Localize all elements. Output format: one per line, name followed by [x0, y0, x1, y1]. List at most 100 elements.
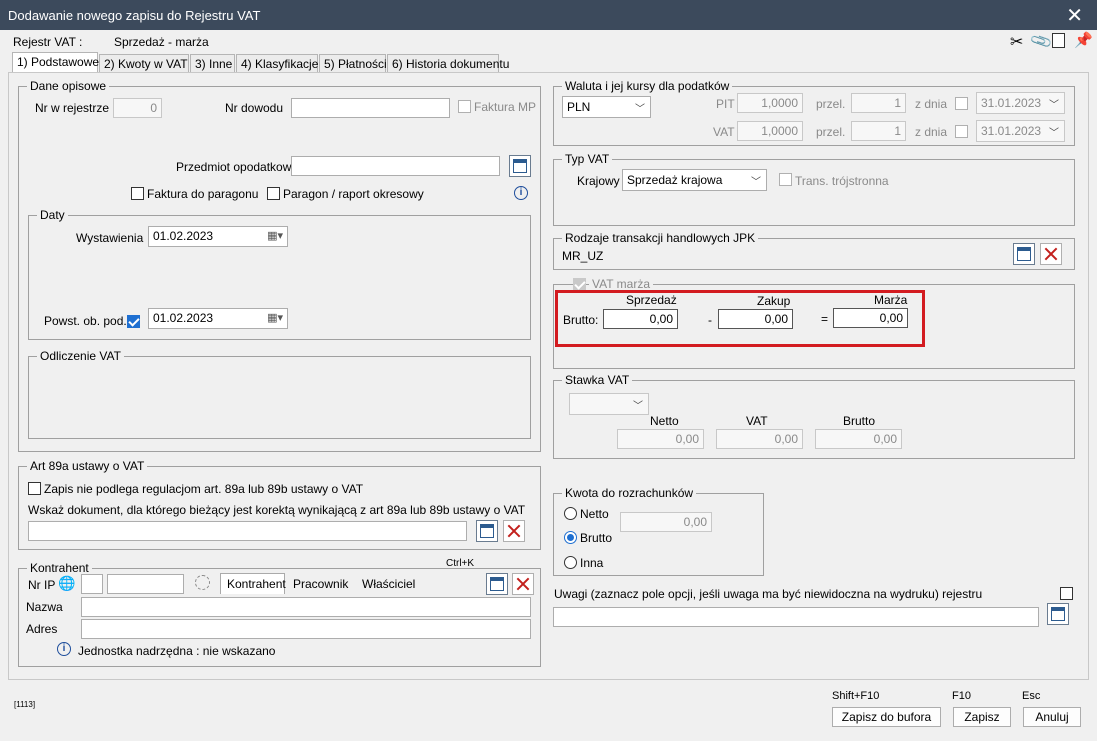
window-icon: [513, 159, 527, 173]
tab-historia-dokumentu[interactable]: 6) Historia dokumentu: [387, 54, 509, 72]
pit-date-checkbox[interactable]: [955, 97, 968, 110]
tab-klasyfikacje[interactable]: 4) Klasyfikacje: [236, 54, 318, 72]
marza-brutto-input[interactable]: 0,00: [833, 308, 908, 328]
stawka-select[interactable]: ﹀: [569, 393, 649, 415]
calendar-dropdown-icon[interactable]: ▦▾: [267, 229, 283, 242]
zapisz-button[interactable]: Zapisz: [953, 707, 1011, 727]
zakup-brutto-input[interactable]: 0,00: [718, 309, 793, 329]
faktura-do-paragonu-checkbox[interactable]: [131, 187, 144, 200]
tab-platnosci[interactable]: 5) Płatności: [319, 54, 387, 72]
vat-date-checkbox[interactable]: [955, 125, 968, 138]
art89a-wskaz-label: Wskaż dokument, dla którego bieżący jest…: [28, 503, 526, 517]
pit-date-select[interactable]: 31.01.2023 ﹀: [976, 92, 1065, 114]
globe-icon[interactable]: 🌐: [58, 575, 75, 592]
vat-date-select[interactable]: 31.01.2023 ﹀: [976, 120, 1065, 142]
stawka-brutto-input[interactable]: 0,00: [815, 429, 902, 449]
legend-art-89a: Art 89a ustawy o VAT: [27, 459, 148, 473]
chevron-down-icon: ﹀: [633, 401, 643, 412]
shortcut-zapisz: F10: [952, 690, 971, 702]
sprzedaz-brutto-input[interactable]: 0,00: [603, 309, 678, 329]
group-jpk: Rodzaje transakcji handlowych JPK: [553, 231, 1075, 270]
jpk-lookup-button[interactable]: [1013, 243, 1035, 265]
trans-trojstronna-checkbox[interactable]: [779, 173, 792, 186]
register-value: Sprzedaż - marża: [114, 35, 209, 49]
pin-icon[interactable]: 📌: [1074, 31, 1093, 49]
vat-przel-input[interactable]: 1: [851, 121, 906, 141]
window-icon: [490, 577, 504, 591]
vat-marza-label: VAT marża: [589, 277, 654, 291]
legend-typ-vat: Typ VAT: [562, 152, 613, 166]
legend-dane-opisowe: Dane opisowe: [27, 79, 110, 93]
faktura-mp-label: Faktura MP: [474, 100, 537, 114]
nr-dowodu-input[interactable]: [291, 98, 450, 118]
przedmiot-label: Przedmiot opodatkow.: [176, 160, 295, 174]
nr-w-rejestrze-label: Nr w rejestrze: [35, 101, 110, 115]
minus-sign: -: [708, 313, 712, 327]
stawka-netto-input[interactable]: 0,00: [617, 429, 704, 449]
uwagi-label: Uwagi (zaznacz pole opcji, jeśli uwaga m…: [554, 587, 983, 601]
tab-wlasciciel[interactable]: Właściciel: [362, 577, 415, 591]
jpk-value: MR_UZ: [562, 249, 604, 263]
pit-przel-input[interactable]: 1: [851, 93, 906, 113]
info-icon[interactable]: i: [514, 186, 528, 200]
uwagi-input[interactable]: [553, 607, 1039, 627]
tab-inne[interactable]: 3) Inne: [190, 54, 235, 72]
uwagi-hidden-checkbox[interactable]: [1060, 587, 1073, 600]
powst-date-input[interactable]: 01.02.2023 ▦▾: [148, 308, 288, 329]
nr-ip-prefix-input[interactable]: [81, 574, 103, 594]
scissors-icon[interactable]: ✂: [1010, 32, 1023, 52]
pit-rate-input[interactable]: 1,0000: [737, 93, 803, 113]
window-title: Dodawanie nowego zapisu do Rejestru VAT: [8, 8, 261, 23]
nr-w-rejestrze-input[interactable]: 0: [113, 98, 162, 118]
stawka-vat-label: VAT: [746, 414, 768, 428]
currency-select[interactable]: PLN ﹀: [562, 96, 651, 118]
zapisz-do-bufora-button[interactable]: Zapisz do bufora: [832, 707, 941, 727]
tab-kontrahent[interactable]: Kontrahent: [220, 573, 286, 594]
vat-rate-input[interactable]: 1,0000: [737, 121, 803, 141]
kwota-inna-label: Inna: [580, 556, 604, 570]
nr-ip-label: Nr IP: [28, 578, 56, 592]
spinner-icon[interactable]: [195, 575, 210, 590]
close-icon[interactable]: ✕: [1066, 3, 1083, 28]
tab-kwoty-w-vat[interactable]: 2) Kwoty w VAT: [99, 54, 189, 72]
jpk-clear-button[interactable]: [1040, 243, 1062, 265]
tab-pracownik[interactable]: Pracownik: [293, 577, 348, 591]
uwagi-lookup-button[interactable]: [1047, 603, 1069, 625]
art89a-lookup-button[interactable]: [476, 520, 498, 542]
krajowy-select[interactable]: Sprzedaż krajowa ﹀: [622, 169, 767, 191]
kwota-brutto-radio[interactable]: [564, 531, 577, 544]
trans-trojstronna-label: Trans. trójstronna: [795, 174, 889, 188]
przedmiot-lookup-button[interactable]: [509, 155, 531, 177]
kwota-input[interactable]: 0,00: [620, 512, 712, 532]
kwota-inna-radio[interactable]: [564, 556, 577, 569]
adres-input[interactable]: [81, 619, 531, 639]
art89a-checkbox[interactable]: [28, 482, 41, 495]
paragon-checkbox[interactable]: [267, 187, 280, 200]
document-icon[interactable]: [1052, 33, 1065, 48]
powst-checkbox[interactable]: [127, 315, 140, 328]
art89a-clear-button[interactable]: [503, 520, 525, 542]
stawka-vat-input[interactable]: 0,00: [716, 429, 803, 449]
tab-podstawowe[interactable]: 1) Podstawowe: [12, 52, 99, 72]
nr-ip-input[interactable]: [107, 574, 184, 594]
legend-waluta: Waluta i jej kursy dla podatków: [562, 79, 733, 93]
anuluj-button[interactable]: Anuluj: [1023, 707, 1081, 727]
kwota-netto-radio[interactable]: [564, 507, 577, 520]
kwota-netto-label: Netto: [580, 507, 609, 521]
faktura-do-paragonu-label: Faktura do paragonu: [147, 187, 259, 201]
paragon-label: Paragon / raport okresowy: [283, 187, 424, 201]
register-label: Rejestr VAT :: [13, 35, 83, 49]
faktura-mp-checkbox[interactable]: [458, 100, 471, 113]
paperclip-icon[interactable]: 📎: [1029, 29, 1054, 53]
kontrahent-lookup-button[interactable]: [486, 573, 508, 595]
nazwa-input[interactable]: [81, 597, 531, 617]
art89a-document-input[interactable]: [28, 521, 467, 541]
adres-label: Adres: [26, 622, 58, 636]
wystawienia-date-input[interactable]: 01.02.2023 ▦▾: [148, 226, 288, 247]
przedmiot-input[interactable]: [291, 156, 500, 176]
kontrahent-clear-button[interactable]: [512, 573, 534, 595]
sprzedaz-label: Sprzedaż: [626, 293, 677, 307]
art89a-checkbox-label: Zapis nie podlega regulacjom art. 89a lu…: [44, 482, 364, 496]
legend-odliczenie-vat: Odliczenie VAT: [37, 349, 124, 363]
calendar-dropdown-icon[interactable]: ▦▾: [267, 311, 283, 324]
